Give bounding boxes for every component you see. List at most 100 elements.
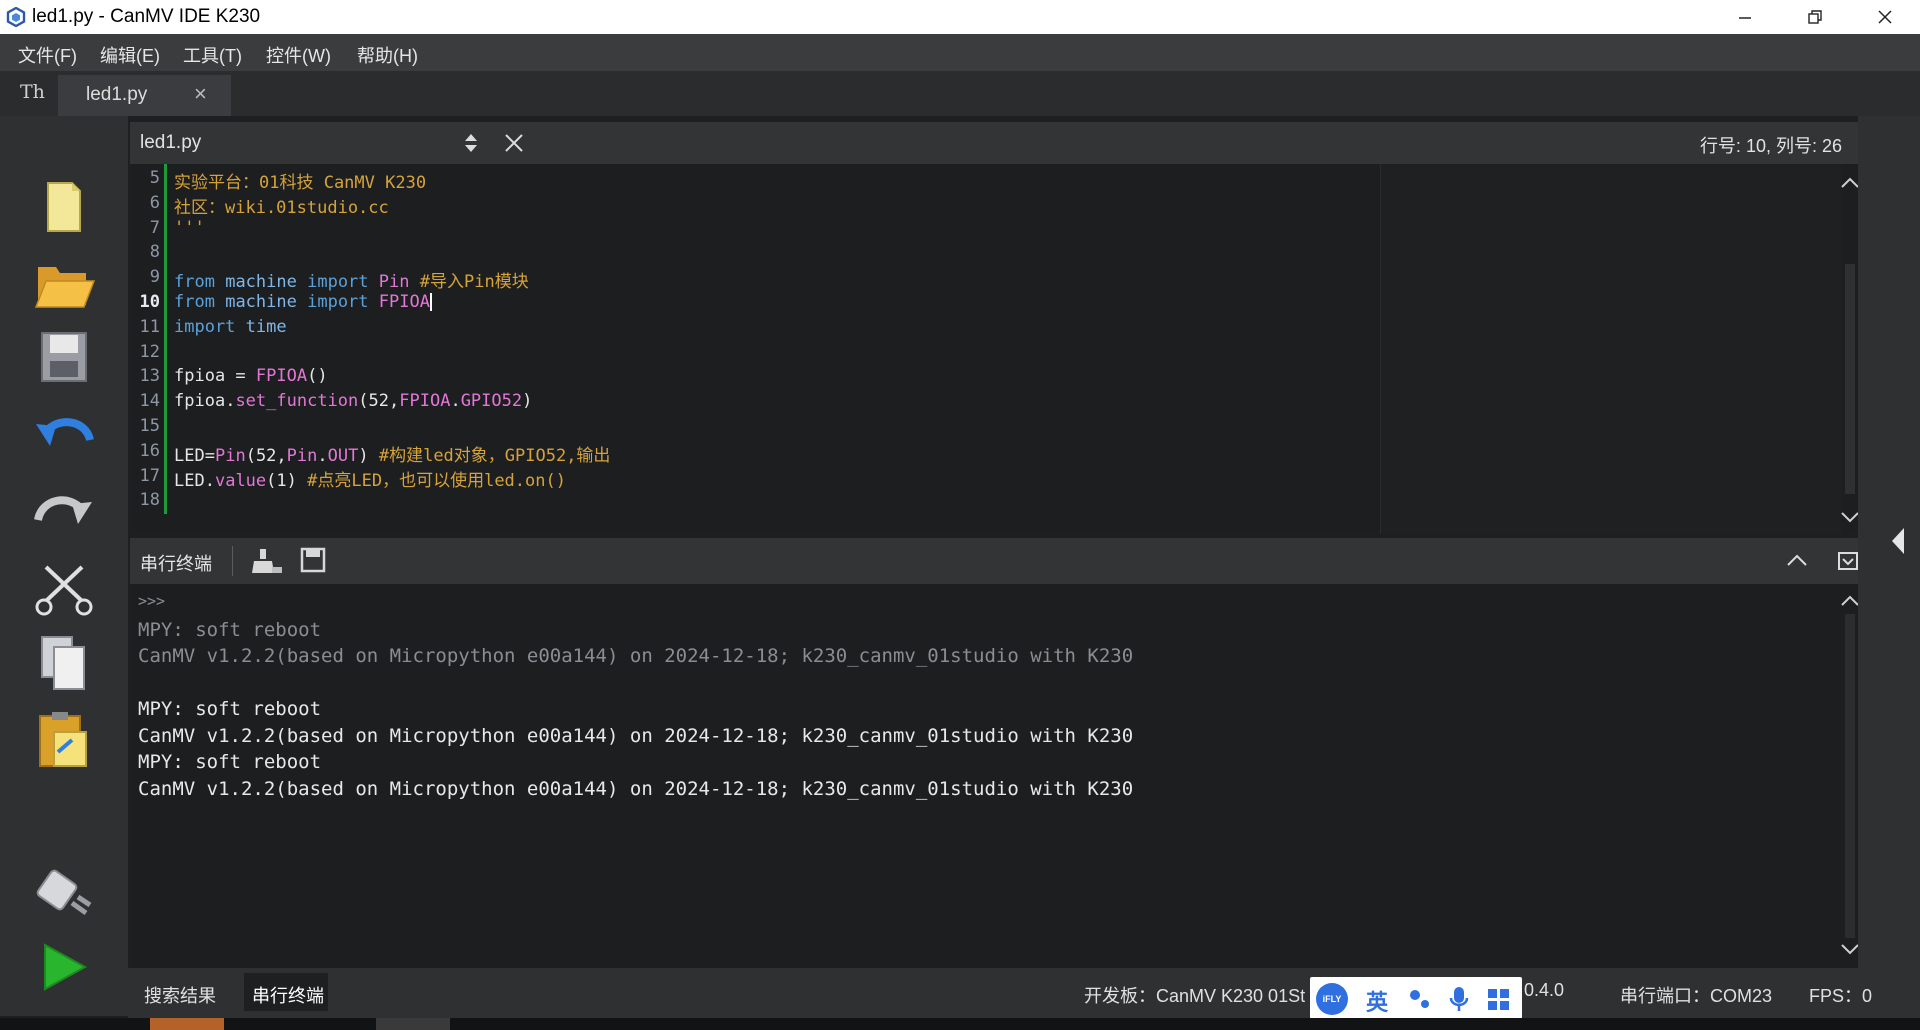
undo-icon [36, 418, 94, 446]
new-file-icon [47, 182, 81, 232]
serial-scroll-thumb[interactable] [1845, 614, 1855, 938]
code-line: LED=Pin(52,Pin.OUT) #构建led对象，GPIO52,输出 [174, 445, 611, 466]
code-line: fpioa.set_function(52,FPIOA.GPIO52) [174, 391, 533, 412]
line-number: 11 [139, 316, 160, 337]
left-toolbar [0, 116, 128, 1016]
expand-left-icon[interactable] [1890, 526, 1906, 556]
app-logo-icon [6, 7, 26, 27]
connect-button[interactable] [22, 860, 106, 926]
minimize-icon [1739, 17, 1751, 19]
ifly-logo-icon[interactable]: iFLY [1316, 983, 1348, 1015]
editor-filename[interactable]: led1.py [140, 132, 201, 154]
sort-arrows-icon[interactable] [463, 132, 479, 154]
copy-icon [41, 636, 85, 690]
redo-button[interactable] [22, 478, 106, 544]
save-log-icon[interactable] [300, 547, 326, 573]
serial-scroll-down-icon[interactable] [1840, 942, 1860, 956]
header-divider [232, 546, 233, 576]
editor-scroll-thumb[interactable] [1845, 264, 1855, 494]
serial-line: MPY: soft reboot [138, 751, 322, 773]
serial-line: CanMV v1.2.2(based on Micropython e00a14… [138, 645, 1134, 667]
restore-button[interactable] [1780, 0, 1850, 34]
code-line: from machine import FPIOA [174, 292, 432, 312]
line-number: 8 [149, 242, 160, 263]
line-number: 15 [139, 416, 160, 436]
line-number: 10 [139, 292, 160, 312]
tab-search-results[interactable]: 搜索结果 [144, 982, 216, 1008]
tab-bar: Th led1.py × [0, 71, 1920, 116]
code-line: from machine import Pin #导入Pin模块 [174, 272, 529, 293]
undo-button[interactable] [22, 402, 106, 468]
text-tool-icon[interactable]: Th [20, 81, 45, 103]
minimize-panel-icon[interactable] [1837, 551, 1859, 571]
serial-line: >>> [138, 592, 166, 610]
redo-icon [34, 496, 92, 524]
apps-grid-icon[interactable] [1486, 987, 1512, 1013]
line-number: 7 [149, 217, 160, 238]
editor-right-pane [1380, 164, 1841, 534]
code-line: 社区：wiki.01studio.cc [174, 197, 389, 218]
serial-line: CanMV v1.2.2(based on Micropython e00a14… [138, 777, 1134, 800]
board-info: 开发板：CanMV K230 01St [1084, 986, 1306, 1006]
taskbar-item [376, 1018, 450, 1030]
minimize-button[interactable] [1710, 0, 1780, 34]
serial-terminal-header: 串行终端 [130, 538, 1858, 584]
menu-file[interactable]: 文件(F) [18, 42, 77, 68]
serial-port-info: 串行端口：COM23 [1620, 986, 1773, 1006]
new-file-button[interactable] [22, 174, 106, 240]
status-bar: 搜索结果 串行终端 开发板：CanMV K230 01St 0.4.0 串行端口… [128, 968, 1920, 1018]
copy-button[interactable] [22, 630, 106, 696]
menu-bar: 文件(F) 编辑(E) 工具(T) 控件(W) 帮助(H) [0, 34, 1920, 71]
close-editor-icon[interactable] [504, 133, 524, 153]
plug-icon [36, 869, 92, 916]
line-number: 17 [139, 465, 160, 486]
restore-icon [1808, 10, 1822, 24]
code-line: ''' [174, 217, 205, 238]
scroll-up-icon[interactable] [1840, 176, 1860, 190]
code-editor[interactable]: 5 6 7 8 9 10 11 12 13 14 15 16 17 18 实验平台：01科技 CanMV … [130, 164, 1841, 534]
line-number: 14 [139, 391, 160, 412]
line-number: 16 [139, 440, 160, 461]
run-button[interactable] [22, 934, 106, 1000]
microphone-icon[interactable] [1448, 985, 1470, 1013]
editor-scrollbar[interactable] [1840, 164, 1860, 534]
menu-help[interactable]: 帮助(H) [357, 42, 418, 68]
serial-scroll-up-icon[interactable] [1840, 594, 1860, 608]
tab-close-icon[interactable]: × [194, 81, 207, 107]
menu-edit[interactable]: 编辑(E) [100, 42, 160, 68]
tab-serial-terminal[interactable]: 串行终端 [244, 973, 328, 1011]
line-number: 13 [139, 366, 160, 387]
ime-toolbar[interactable]: iFLY 英 [1310, 977, 1522, 1019]
line-number: 9 [149, 267, 160, 288]
punctuation-icon[interactable] [1408, 987, 1432, 1011]
open-file-button[interactable] [22, 250, 106, 316]
serial-terminal-output[interactable]: >>> MPY: soft reboot CanMV v1.2.2(based on… [130, 584, 1842, 968]
close-window-button[interactable] [1850, 0, 1920, 34]
serial-scrollbar[interactable] [1840, 584, 1860, 968]
close-icon [1878, 10, 1892, 24]
menu-tools[interactable]: 工具(T) [183, 42, 242, 68]
taskbar-edge [0, 1018, 1920, 1030]
clear-terminal-icon[interactable] [252, 547, 282, 575]
fps-info: FPS：0 [1809, 986, 1873, 1006]
line-number-gutter: 5 6 7 8 9 10 11 12 13 14 15 16 17 18 [130, 164, 164, 534]
save-disk-icon [41, 332, 87, 382]
serial-line: MPY: soft reboot [138, 698, 322, 720]
scroll-down-icon[interactable] [1840, 510, 1860, 524]
right-side-panel [1858, 116, 1920, 1016]
maximize-panel-icon[interactable] [1786, 552, 1808, 568]
code-line: fpioa = FPIOA() [174, 366, 328, 387]
cut-button[interactable] [22, 556, 106, 622]
line-number: 6 [149, 192, 160, 213]
menu-widgets[interactable]: 控件(W) [266, 42, 331, 68]
paste-button[interactable] [22, 706, 106, 772]
code-line: 实验平台：01科技 CanMV K230 [174, 173, 427, 193]
ime-language-toggle[interactable]: 英 [1366, 985, 1388, 1017]
tab-led1[interactable]: led1.py × [58, 75, 231, 116]
line-number: 5 [149, 168, 160, 188]
tab-serial-terminal-label: 串行终端 [252, 986, 324, 1006]
tab-label: led1.py [86, 84, 148, 105]
serial-terminal-title: 串行终端 [140, 554, 212, 574]
play-icon [44, 943, 88, 991]
save-button[interactable] [22, 324, 106, 390]
